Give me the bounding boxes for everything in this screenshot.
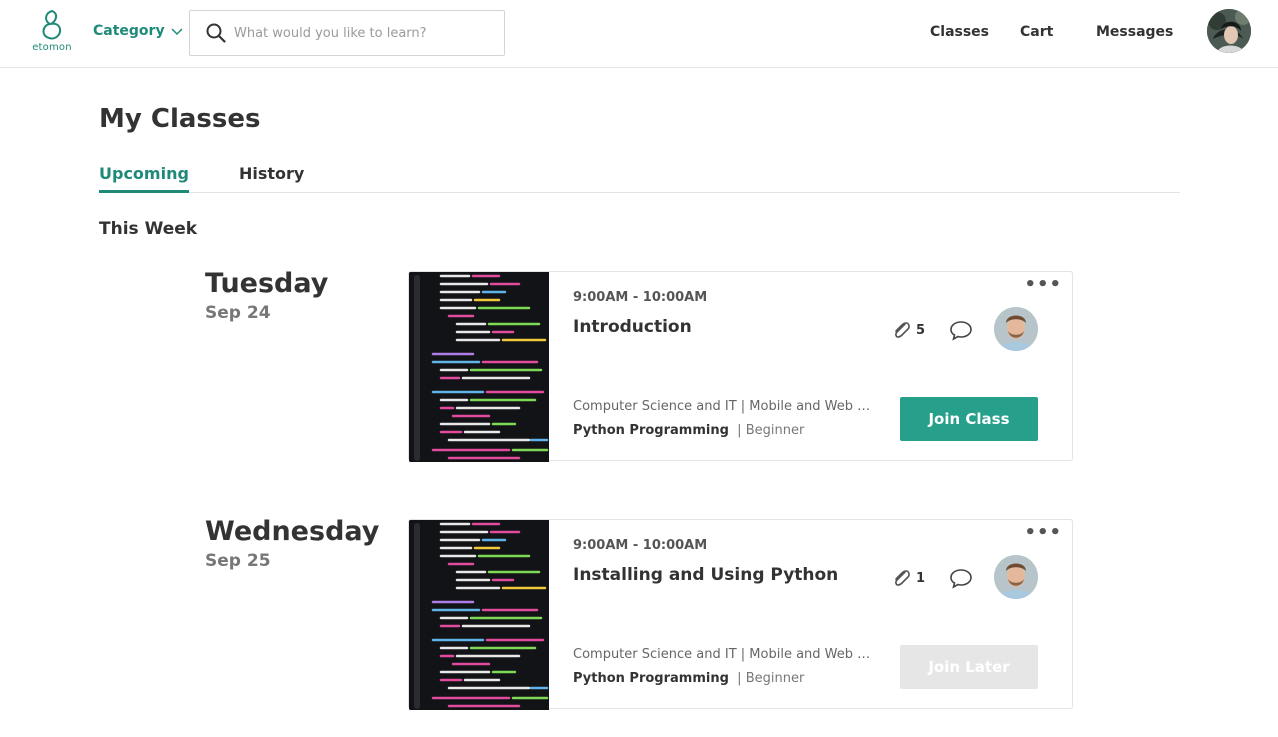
teacher-avatar-image [994,307,1038,351]
class-card: ••• 9:00AM - 10:00AM Introduction 5 Comp… [408,271,1073,462]
comment-icon[interactable] [949,319,973,345]
paperclip-icon [895,322,910,338]
teacher-avatar[interactable] [994,307,1038,351]
day-name: Tuesday [205,268,329,299]
comment-bubble-icon [950,569,972,589]
day-heading: Tuesday Sep 24 [205,268,328,323]
class-time: 9:00AM - 10:00AM [573,290,708,305]
course-name[interactable]: Python Programming [573,671,729,686]
attachment-count: 1 [916,570,926,586]
attachments-button[interactable]: 5 [891,319,925,341]
attachments-button[interactable]: 1 [891,567,925,589]
day-date: Sep 25 [205,551,271,571]
section-title: This Week [99,219,198,239]
course-level: Beginner [745,671,805,686]
more-options-icon[interactable]: ••• [1024,274,1062,295]
separator: | [733,423,746,438]
paperclip-icon [895,570,910,586]
nav-classes[interactable]: Classes [930,24,989,40]
teacher-avatar[interactable] [994,555,1038,599]
category-dropdown[interactable]: Category [93,23,183,39]
separator: | [733,671,746,686]
class-tabs: Upcoming History [99,160,1180,193]
more-options-icon[interactable]: ••• [1024,522,1062,543]
tab-upcoming[interactable]: Upcoming [99,164,189,193]
join-later-button[interactable]: Join Later [900,645,1038,689]
search-box[interactable] [189,10,505,56]
class-title: Installing and Using Python [573,565,839,585]
course-level: Beginner [745,423,805,438]
class-card: ••• 9:00AM - 10:00AM Installing and Usin… [408,519,1073,710]
nav-cart[interactable]: Cart [1020,24,1053,40]
comment-icon[interactable] [949,567,973,593]
page-title: My Classes [99,104,261,134]
chevron-down-icon [171,28,183,36]
top-header: etomon Category Classes Cart Messages [0,0,1278,68]
class-course-info: Python Programming | Beginner [573,671,804,686]
course-name[interactable]: Python Programming [573,423,729,438]
join-class-button[interactable]: Join Class [900,397,1038,441]
comment-bubble-icon [950,321,972,341]
day-heading: Wednesday Sep 25 [205,516,379,571]
nav-messages[interactable]: Messages [1096,24,1173,40]
tab-history[interactable]: History [239,164,304,190]
user-avatar[interactable] [1207,9,1251,53]
search-icon [206,23,226,43]
day-name: Wednesday [205,516,380,547]
teacher-avatar-image [994,555,1038,599]
attachment-count: 5 [916,322,926,338]
class-thumbnail [409,520,549,710]
class-categories: Computer Science and IT | Mobile and Web… [573,399,873,414]
category-label: Category [93,23,165,39]
logo-text: etomon [32,42,72,53]
day-date: Sep 24 [205,303,271,323]
code-thumbnail-image [409,272,549,462]
user-avatar-image [1207,9,1251,53]
class-title: Introduction [573,317,692,337]
code-thumbnail-image [409,520,549,710]
class-course-info: Python Programming | Beginner [573,423,804,438]
class-categories: Computer Science and IT | Mobile and Web… [573,647,873,662]
class-time: 9:00AM - 10:00AM [573,538,708,553]
logo-icon [42,9,62,40]
class-thumbnail [409,272,549,462]
search-input[interactable] [234,25,484,41]
etomon-logo[interactable]: etomon [28,9,76,59]
